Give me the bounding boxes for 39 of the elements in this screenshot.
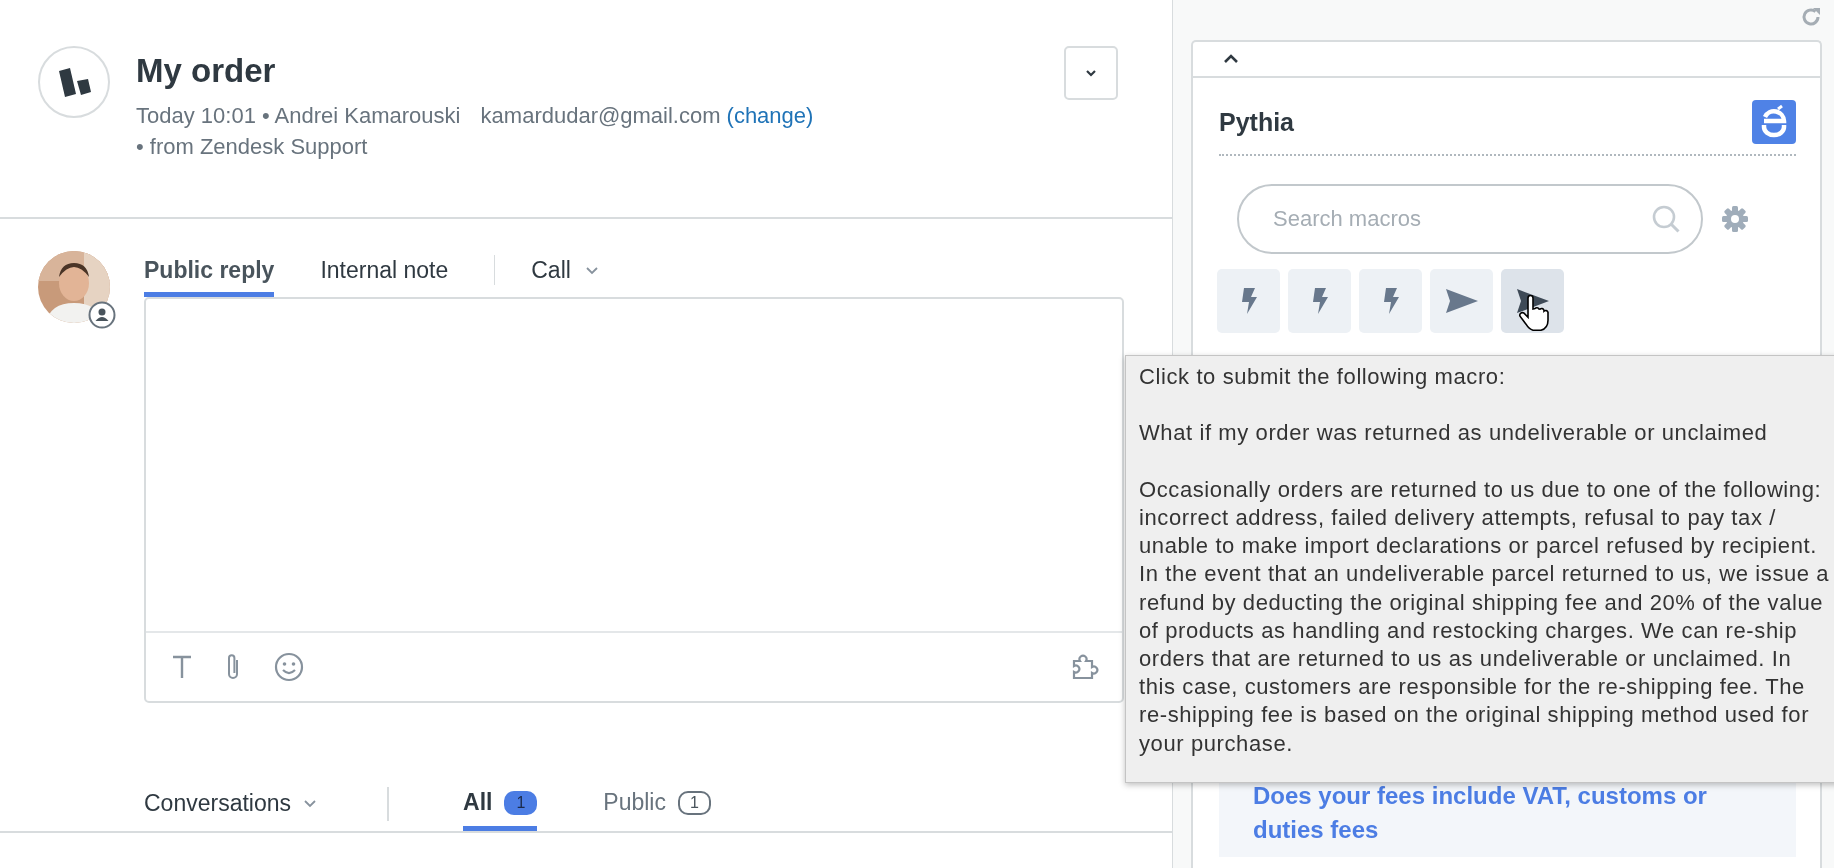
app-logo-icon (1752, 100, 1796, 144)
conversations-dropdown[interactable]: Conversations (144, 790, 318, 831)
lightning-icon (1381, 287, 1400, 315)
article-link[interactable]: Does your fees include VAT, customs or duties fees (1253, 779, 1760, 847)
emoji-icon[interactable] (274, 652, 304, 682)
conversation-tab[interactable]: Public 1 (603, 789, 711, 831)
chevron-up-icon[interactable] (1223, 54, 1239, 64)
send-icon (1444, 288, 1479, 314)
search-field[interactable]: Search macros (1237, 184, 1703, 254)
change-link[interactable]: (change) (726, 103, 814, 128)
refresh-icon[interactable] (1800, 6, 1822, 28)
ticket-title: My order (136, 52, 277, 90)
chevron-down-icon (303, 799, 318, 808)
macro-title: What if my order was returned as undeliverable or unclaimed (1139, 419, 1769, 448)
composer-tab[interactable]: Public reply (144, 257, 275, 297)
conversation-tab[interactable]: All 1 (463, 789, 538, 831)
chevron-down-icon (584, 266, 599, 275)
lightning-icon (1310, 287, 1329, 315)
macro-button[interactable] (1288, 269, 1351, 333)
text-format-icon[interactable] (172, 655, 192, 679)
ticket-meta: Today 10:01 • Andrei Kamarouski (136, 103, 461, 128)
app-title: Pythia (1219, 107, 1295, 137)
chevron-down-icon (1085, 69, 1097, 77)
puzzle-icon[interactable] (1072, 654, 1100, 680)
count-badge: 1 (678, 790, 711, 815)
person-icon (88, 301, 116, 329)
zendesk-logo-icon (56, 67, 92, 97)
composer-tab[interactable]: Internal note (320, 257, 449, 297)
tooltip-intro: Click to submit the following macro: (1139, 363, 1507, 391)
hand-cursor-icon (1519, 295, 1549, 331)
ticket-source: • from Zendesk Support (136, 134, 368, 159)
count-badge: 1 (504, 790, 538, 815)
call-dropdown[interactable]: Call (531, 257, 599, 297)
lightning-icon (1239, 287, 1258, 315)
macro-body: Occasionally orders are returned to us due to one of the following: incorrect address, failed delivery attempts, refusal to pay tax / unable to make import declarations or parcel refused by recipient. In the event that an undeliverable parcel returned to us, we issue a refund by deducting the original shipping fee and 20% of the value of products as handling and restocking charges. We can re-ship orders that are returned to us as undeliverable or unclaimed. In this case, customers are responsible for the re-shipping fee. The re-shipping fee is based on the original shipping method used for your purchase. (1139, 475, 1831, 758)
macro-button[interactable] (1217, 269, 1280, 333)
search-icon (1651, 204, 1681, 234)
requester-email: kamardudar@gmail.com (480, 103, 721, 128)
macro-button[interactable] (1359, 269, 1422, 333)
